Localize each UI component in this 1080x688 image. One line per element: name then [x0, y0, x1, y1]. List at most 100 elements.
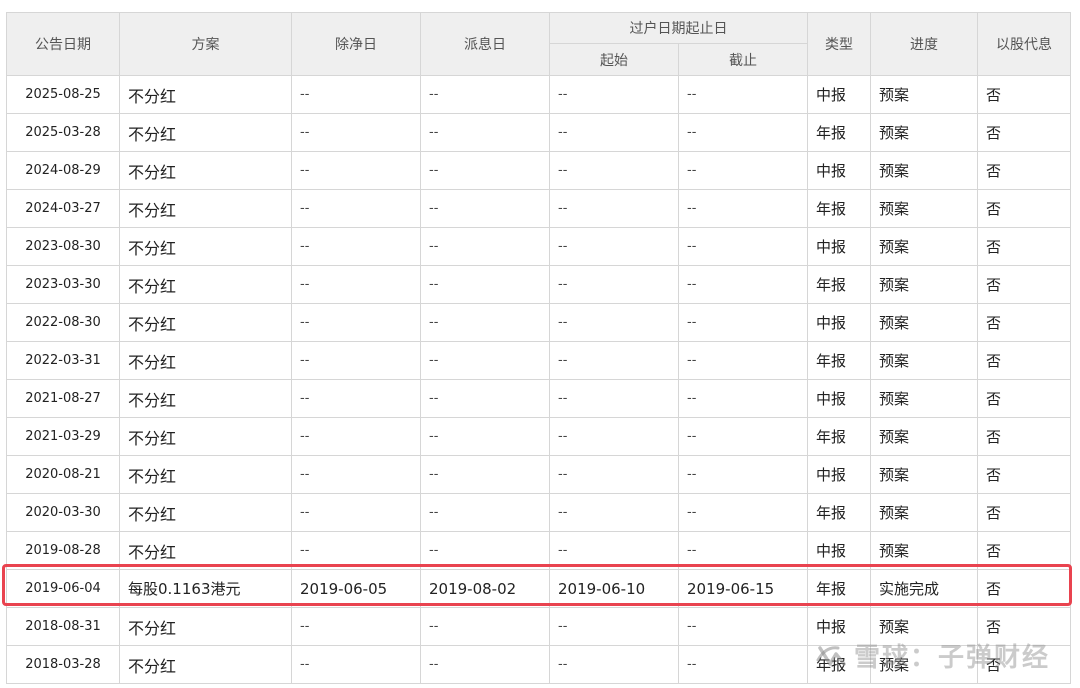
table-row[interactable]: 2020-08-21 不分红 -- -- -- -- 中报 预案否: [6, 455, 1071, 494]
cell-scrip: 否: [977, 531, 1071, 570]
cell-transfer-end: --: [678, 417, 808, 456]
header-progress[interactable]: 进度: [870, 12, 978, 76]
header-transfer-end[interactable]: 截止: [678, 43, 808, 76]
cell-pay-date: --: [420, 455, 550, 494]
cell-announce-date: 2023-08-30: [6, 227, 120, 266]
table-row[interactable]: 2025-08-25 不分红 -- -- -- -- 中报 预案否: [6, 75, 1071, 114]
cell-progress: 预案: [870, 493, 978, 532]
cell-pay-date: --: [420, 75, 550, 114]
cell-transfer-end: --: [678, 227, 808, 266]
cell-scrip: 否: [977, 417, 1071, 456]
cell-transfer-end: --: [678, 265, 808, 304]
table-row[interactable]: 2022-08-30 不分红 -- -- -- -- 中报 预案否: [6, 303, 1071, 342]
cell-plan: 不分红: [119, 455, 292, 494]
cell-ex-date: --: [291, 455, 421, 494]
cell-transfer-start: --: [549, 531, 679, 570]
cell-pay-date: --: [420, 417, 550, 456]
cell-announce-date: 2025-03-28: [6, 113, 120, 152]
cell-transfer-end: --: [678, 303, 808, 342]
cell-scrip: 否: [977, 113, 1071, 152]
table-row-highlighted[interactable]: 2019-06-04 每股0.1163港元 2019-06-05 2019-08-02…: [6, 569, 1071, 608]
cell-type: 年报: [807, 569, 871, 608]
cell-transfer-end: --: [678, 341, 808, 380]
cell-ex-date: --: [291, 645, 421, 684]
cell-scrip: 否: [977, 493, 1071, 532]
cell-progress: 预案: [870, 75, 978, 114]
cell-progress: 预案: [870, 379, 978, 418]
cell-transfer-end: --: [678, 455, 808, 494]
cell-progress: 预案: [870, 113, 978, 152]
header-type[interactable]: 类型: [807, 12, 871, 76]
cell-pay-date: --: [420, 493, 550, 532]
cell-type: 中报: [807, 379, 871, 418]
cell-type: 中报: [807, 151, 871, 190]
cell-transfer-start: --: [549, 379, 679, 418]
header-scrip[interactable]: 以股代息: [977, 12, 1071, 76]
cell-progress: 预案: [870, 417, 978, 456]
cell-type: 年报: [807, 265, 871, 304]
cell-transfer-end: --: [678, 531, 808, 570]
cell-transfer-end: --: [678, 113, 808, 152]
cell-scrip: 否: [977, 341, 1071, 380]
cell-announce-date: 2018-03-28: [6, 645, 120, 684]
cell-transfer-end: --: [678, 645, 808, 684]
table-row[interactable]: 2021-03-29 不分红 -- -- -- -- 年报 预案否: [6, 417, 1071, 456]
snowball-logo-icon: [816, 642, 848, 670]
cell-type: 中报: [807, 303, 871, 342]
cell-transfer-end: 2019-06-15: [678, 569, 808, 608]
cell-plan: 不分红: [119, 113, 292, 152]
cell-transfer-end: --: [678, 379, 808, 418]
cell-transfer-start: --: [549, 417, 679, 456]
cell-scrip: 否: [977, 227, 1071, 266]
cell-transfer-start: --: [549, 493, 679, 532]
cell-plan: 不分红: [119, 531, 292, 570]
table-row[interactable]: 2025-03-28 不分红 -- -- -- -- 年报 预案否: [6, 113, 1071, 152]
table-row[interactable]: 2023-08-30 不分红 -- -- -- -- 中报 预案否: [6, 227, 1071, 266]
cell-ex-date: --: [291, 607, 421, 646]
cell-type: 中报: [807, 455, 871, 494]
cell-progress: 预案: [870, 265, 978, 304]
dividend-table: 公告日期 方案 除净日 派息日 过户日期起止日 类型 进度 以股代息 起始 截止…: [6, 12, 1071, 684]
header-ex-date[interactable]: 除净日: [291, 12, 421, 76]
cell-transfer-start: --: [549, 645, 679, 684]
cell-pay-date: --: [420, 151, 550, 190]
cell-ex-date: --: [291, 151, 421, 190]
cell-transfer-start: --: [549, 189, 679, 228]
cell-scrip: 否: [977, 455, 1071, 494]
table-header: 公告日期 方案 除净日 派息日 过户日期起止日 类型 进度 以股代息 起始 截止: [6, 12, 1071, 76]
table-row[interactable]: 2022-03-31 不分红 -- -- -- -- 年报 预案否: [6, 341, 1071, 380]
table-row[interactable]: 2024-03-27 不分红 -- -- -- -- 年报 预案否: [6, 189, 1071, 228]
cell-ex-date: --: [291, 189, 421, 228]
table-row[interactable]: 2021-08-27 不分红 -- -- -- -- 中报 预案否: [6, 379, 1071, 418]
cell-progress: 预案: [870, 227, 978, 266]
cell-type: 年报: [807, 417, 871, 456]
cell-transfer-start: --: [549, 265, 679, 304]
cell-transfer-start: --: [549, 303, 679, 342]
cell-pay-date: --: [420, 531, 550, 570]
cell-ex-date: --: [291, 417, 421, 456]
cell-ex-date: --: [291, 493, 421, 532]
cell-ex-date: --: [291, 341, 421, 380]
header-announce-date[interactable]: 公告日期: [6, 12, 120, 76]
cell-transfer-end: --: [678, 493, 808, 532]
cell-scrip: 否: [977, 189, 1071, 228]
table-row[interactable]: 2019-08-28 不分红 -- -- -- -- 中报 预案否: [6, 531, 1071, 570]
header-pay-date[interactable]: 派息日: [420, 12, 550, 76]
table-row[interactable]: 2024-08-29 不分红 -- -- -- -- 中报 预案否: [6, 151, 1071, 190]
cell-type: 中报: [807, 75, 871, 114]
table-row[interactable]: 2023-03-30 不分红 -- -- -- -- 年报 预案否: [6, 265, 1071, 304]
cell-pay-date: --: [420, 303, 550, 342]
cell-plan: 不分红: [119, 417, 292, 456]
header-plan[interactable]: 方案: [119, 12, 292, 76]
header-transfer-start[interactable]: 起始: [549, 43, 679, 76]
cell-transfer-end: --: [678, 151, 808, 190]
cell-pay-date: --: [420, 265, 550, 304]
table-row[interactable]: 2020-03-30 不分红 -- -- -- -- 年报 预案否: [6, 493, 1071, 532]
cell-announce-date: 2020-03-30: [6, 493, 120, 532]
cell-progress: 预案: [870, 189, 978, 228]
cell-plan: 不分红: [119, 645, 292, 684]
cell-plan: 每股0.1163港元: [119, 569, 292, 608]
cell-type: 中报: [807, 531, 871, 570]
cell-transfer-end: --: [678, 189, 808, 228]
cell-transfer-start: --: [549, 113, 679, 152]
